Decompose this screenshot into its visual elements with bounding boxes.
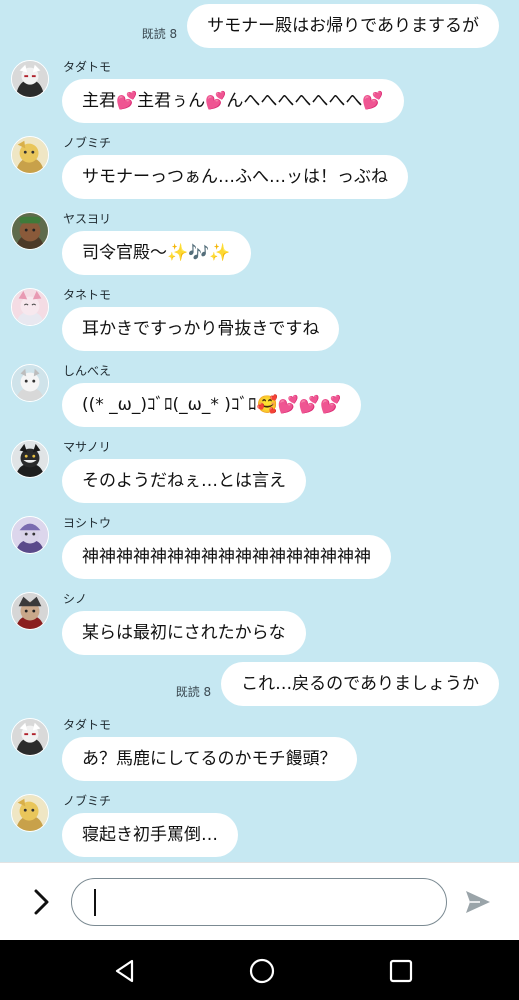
back-icon[interactable] [110,956,140,986]
sender-name: ノブミチ [63,794,112,808]
sender-name: マサノリ [63,440,111,454]
outgoing-message: 既読 8 サモナー殿はお帰りでありまするが [142,4,499,48]
outgoing-message: 既読 8 これ…戻るのでありましょうか [176,662,499,706]
message-bubble[interactable]: 某らは最初にされたからな [62,611,306,655]
avatar[interactable] [11,60,49,98]
avatar[interactable] [11,592,49,630]
chevron-right-icon[interactable] [28,887,54,917]
heart-emoji: 💕 [205,91,227,111]
incoming-message: タネトモ 耳かきですっかり骨抜きですね [11,288,511,364]
incoming-message: ノブミチ サモナーっつぁん…ふへ…ッは！っぶね [11,136,511,212]
incoming-message: ヤスヨリ 司令官殿〜✨🎶✨ [11,212,511,288]
avatar[interactable] [11,136,49,174]
sender-name: ヨシトウ [63,516,112,530]
incoming-message: タダトモ 主君💕主君ぅん💕んへへへへへへへ💕 [11,60,511,136]
recent-apps-icon[interactable] [386,956,416,986]
avatar[interactable] [11,440,49,478]
message-bubble[interactable]: ((* _ω_)ｺﾞﾛ(_ω_* )ｺﾞﾛ🥰💕💕💕 [62,383,362,427]
heart-emoji: 💕 [362,91,384,111]
send-icon[interactable] [464,889,492,915]
sender-name: ノブミチ [63,136,112,150]
message-bubble[interactable]: 司令官殿〜✨🎶✨ [62,231,251,275]
incoming-message: シノ 某らは最初にされたからな [11,592,511,668]
message-bubble[interactable]: サモナー殿はお帰りでありまするが [187,4,499,48]
message-bubble[interactable]: 耳かきですっかり骨抜きですね [62,307,340,351]
sender-name: ヤスヨリ [63,212,112,226]
message-bubble[interactable]: そのようだねぇ…とは言え [62,459,306,503]
message-bubble[interactable]: 寝起き初手罵倒… [62,813,238,857]
home-icon[interactable] [247,956,277,986]
avatar[interactable] [11,516,49,554]
incoming-message: ヨシトウ 神神神神神神神神神神神神神神神神神 [11,516,511,592]
message-bubble[interactable]: これ…戻るのでありましょうか [221,662,499,706]
avatar[interactable] [11,212,49,250]
sender-name: タダトモ [63,718,112,732]
message-bubble[interactable]: サモナーっつぁん…ふへ…ッは！っぶね [62,155,408,199]
sender-name: しんべえ [63,364,112,378]
message-bubble[interactable]: 主君💕主君ぅん💕んへへへへへへへ💕 [62,79,404,123]
message-input[interactable] [71,878,447,926]
avatar[interactable] [11,794,49,832]
heart-emoji: 💕 [116,91,138,111]
sender-name: タダトモ [63,60,112,74]
incoming-message: ノブミチ 寝起き初手罵倒… [11,794,511,862]
system-navigation-bar [0,940,519,1000]
read-receipt: 既読 8 [175,685,212,699]
chat-area[interactable]: 既読 8 サモナー殿はお帰りでありまするが タダトモ 主君💕主君ぅん💕んへへへへ… [0,0,519,862]
incoming-message: マサノリ そのようだねぇ…とは言え [11,440,511,516]
read-receipt: 既読 8 [141,27,178,41]
avatar[interactable] [11,718,49,756]
text-caret [94,889,96,916]
incoming-message: しんべえ ((* _ω_)ｺﾞﾛ(_ω_* )ｺﾞﾛ🥰💕💕💕 [11,364,511,440]
avatar[interactable] [11,364,49,402]
message-bubble[interactable]: あ？馬鹿にしてるのかモチ饅頭？ [62,737,357,781]
message-input-bar [0,862,519,940]
sender-name: シノ [63,592,88,606]
sender-name: タネトモ [63,288,112,302]
message-bubble[interactable]: 神神神神神神神神神神神神神神神神神 [62,535,391,579]
incoming-message: タダトモ あ？馬鹿にしてるのかモチ饅頭？ [11,718,511,794]
avatar[interactable] [11,288,49,326]
